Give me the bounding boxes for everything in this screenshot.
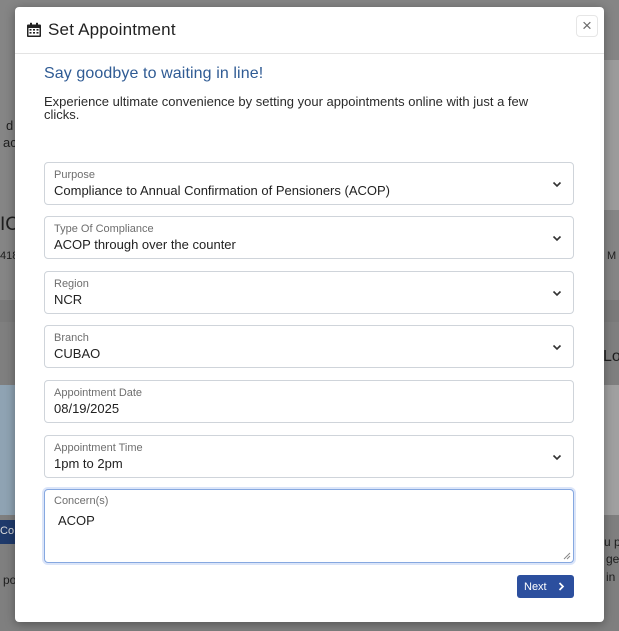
chevron-down-icon (552, 181, 562, 188)
appointment-time-value: 1pm to 2pm (54, 456, 123, 471)
concern-value: ACOP (58, 513, 95, 528)
close-button[interactable]: × (576, 15, 598, 37)
description: Experience ultimate convenience by setti… (44, 94, 529, 122)
appointment-date-input[interactable]: Appointment Date 08/19/2025 (44, 380, 574, 423)
type-of-compliance-value: ACOP through over the counter (54, 237, 236, 252)
chevron-down-icon (552, 344, 562, 351)
bg-fragment: Co (0, 525, 15, 537)
chevron-down-icon (552, 454, 562, 461)
region-select[interactable]: Region NCR (44, 271, 574, 314)
resize-grip-icon[interactable] (563, 552, 571, 560)
chevron-down-icon (552, 290, 562, 297)
purpose-label: Purpose (54, 169, 95, 181)
region-label: Region (54, 278, 89, 290)
type-of-compliance-label: Type Of Compliance (54, 223, 154, 235)
bg-fragment: ge (606, 552, 619, 566)
branch-value: CUBAO (54, 346, 101, 361)
purpose-select[interactable]: Purpose Compliance to Annual Confirmatio… (44, 162, 574, 205)
bg-fragment: Loa (603, 348, 619, 365)
appointment-date-value: 08/19/2025 (54, 401, 120, 416)
type-of-compliance-select[interactable]: Type Of Compliance ACOP through over the… (44, 216, 574, 259)
concern-textarea[interactable]: Concern(s) ACOP (44, 489, 574, 563)
region-value: NCR (54, 292, 83, 307)
bg-fragment: u p (604, 535, 619, 549)
chevron-right-icon (558, 582, 565, 591)
appointment-time-label: Appointment Time (54, 442, 143, 454)
bg-fragment: in (606, 570, 616, 584)
appointment-date-label: Appointment Date (54, 387, 143, 399)
calendar-icon (26, 22, 42, 38)
concern-label: Concern(s) (54, 495, 109, 507)
bg-image-right-top (604, 60, 619, 210)
modal-header: Set Appointment (15, 7, 604, 54)
modal-title: Set Appointment (48, 20, 176, 39)
bg-fragment: M (607, 250, 617, 262)
next-button-label: Next (524, 580, 547, 593)
chevron-down-icon (552, 235, 562, 242)
headline: Say goodbye to waiting in line! (44, 65, 264, 82)
branch-select[interactable]: Branch CUBAO (44, 325, 574, 368)
set-appointment-modal: Set Appointment × Say goodbye to waiting… (15, 7, 604, 622)
modal-body: Say goodbye to waiting in line! Experien… (44, 54, 574, 598)
close-icon: × (582, 16, 592, 35)
bg-image-right (604, 385, 619, 515)
purpose-value: Compliance to Annual Confirmation of Pen… (54, 183, 390, 198)
branch-label: Branch (54, 332, 89, 344)
bg-image-left (0, 385, 15, 515)
next-button[interactable]: Next (517, 575, 574, 598)
appointment-time-select[interactable]: Appointment Time 1pm to 2pm (44, 435, 574, 478)
